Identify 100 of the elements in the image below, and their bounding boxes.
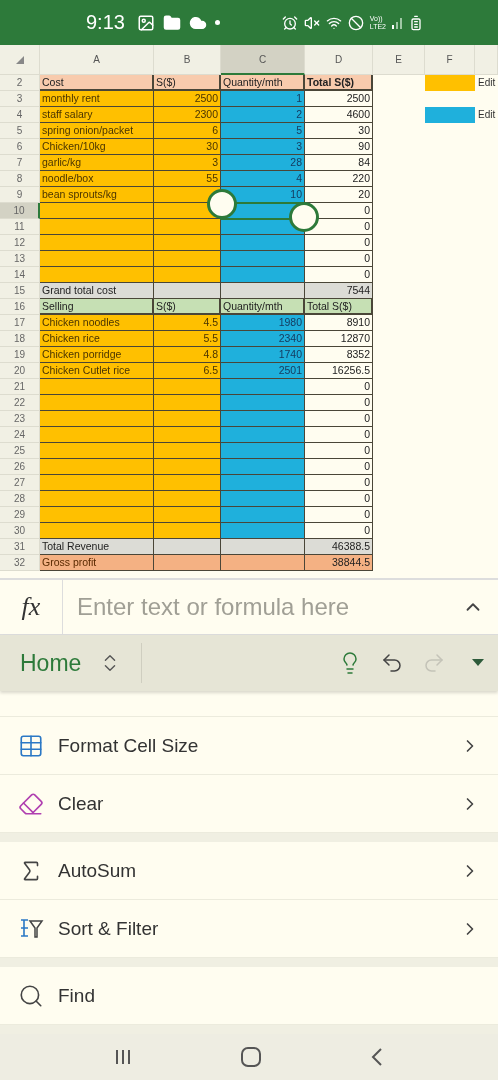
table-cell: 2500 bbox=[154, 91, 221, 107]
table-cell bbox=[154, 235, 221, 251]
table-cell: 28 bbox=[221, 155, 305, 171]
table-cell: 30 bbox=[154, 139, 221, 155]
column-header[interactable]: E bbox=[373, 45, 425, 75]
image-icon bbox=[136, 13, 155, 32]
table-cell: 0 bbox=[305, 379, 373, 395]
row-number[interactable]: 25 bbox=[0, 443, 40, 459]
row-number[interactable]: 28 bbox=[0, 491, 40, 507]
back-icon[interactable] bbox=[370, 1047, 384, 1067]
table-cell: 5 bbox=[221, 123, 305, 139]
row-number[interactable]: 24 bbox=[0, 427, 40, 443]
row-number[interactable]: 30 bbox=[0, 523, 40, 539]
row-number[interactable]: 18 bbox=[0, 331, 40, 347]
undo-icon[interactable] bbox=[380, 651, 404, 675]
table-cell: 0 bbox=[305, 459, 373, 475]
row-number[interactable]: 8 bbox=[0, 171, 40, 187]
table-cell: 84 bbox=[305, 155, 373, 171]
row-number[interactable]: 17 bbox=[0, 315, 40, 331]
alarm-icon bbox=[281, 14, 298, 31]
row-number[interactable]: 20 bbox=[0, 363, 40, 379]
row-number[interactable]: 5 bbox=[0, 123, 40, 139]
row-number[interactable]: 9 bbox=[0, 187, 40, 203]
select-all-corner[interactable] bbox=[0, 45, 40, 75]
eraser-icon bbox=[18, 790, 44, 817]
table-cell: 4.5 bbox=[154, 315, 221, 331]
table-cell: noodle/box bbox=[40, 171, 154, 187]
row-number[interactable]: 19 bbox=[0, 347, 40, 363]
battery-icon bbox=[408, 14, 424, 31]
table-cell: Chicken/10kg bbox=[40, 139, 154, 155]
table-cell bbox=[154, 539, 221, 555]
row-number[interactable]: 22 bbox=[0, 395, 40, 411]
column-header[interactable]: C bbox=[221, 45, 305, 75]
dropdown-caret-icon[interactable] bbox=[472, 659, 484, 667]
row-number[interactable]: 26 bbox=[0, 459, 40, 475]
row-number[interactable]: 4 bbox=[0, 107, 40, 123]
row-number[interactable]: 15 bbox=[0, 283, 40, 299]
table-cell bbox=[154, 267, 221, 283]
row-number[interactable]: 7 bbox=[0, 155, 40, 171]
row-number[interactable]: 27 bbox=[0, 475, 40, 491]
table-cell: Chicken porridge bbox=[40, 347, 154, 363]
table-cell: Chicken noodles bbox=[40, 315, 154, 331]
table-cell: Grand total cost bbox=[40, 283, 154, 299]
table-cell: 0 bbox=[305, 523, 373, 539]
table-cell: 6 bbox=[154, 123, 221, 139]
row-number[interactable]: 32 bbox=[0, 555, 40, 571]
column-header[interactable]: B bbox=[154, 45, 221, 75]
triangle-icon bbox=[15, 55, 24, 64]
recent-apps-icon[interactable] bbox=[114, 1048, 132, 1066]
signal-icon bbox=[392, 16, 402, 29]
formula-input[interactable]: Enter text or formula here bbox=[63, 592, 448, 622]
table-cell: 38844.5 bbox=[305, 555, 373, 571]
table-cell: 2501 bbox=[221, 363, 305, 379]
table-cell: 6.5 bbox=[154, 363, 221, 379]
column-header[interactable]: F bbox=[425, 45, 475, 75]
table-cell: Total S($) bbox=[305, 75, 373, 91]
table-cell: 0 bbox=[305, 443, 373, 459]
legend-label: Edit bbox=[477, 76, 496, 90]
row-number[interactable]: 21 bbox=[0, 379, 40, 395]
table-cell: 55 bbox=[154, 171, 221, 187]
row-number[interactable]: 23 bbox=[0, 411, 40, 427]
row-number[interactable]: 10 bbox=[0, 203, 40, 219]
table-cell bbox=[154, 395, 221, 411]
table-cell: 16256.5 bbox=[305, 363, 373, 379]
column-header[interactable]: D bbox=[305, 45, 373, 75]
home-icon[interactable] bbox=[240, 1046, 262, 1068]
table-cell: 8910 bbox=[305, 315, 373, 331]
table-cell: Chicken rice bbox=[40, 331, 154, 347]
table-cell: Selling bbox=[40, 299, 154, 315]
table-cell bbox=[154, 507, 221, 523]
table-cell: bean sprouts/kg bbox=[40, 187, 154, 203]
row-number[interactable]: 3 bbox=[0, 91, 40, 107]
row-number[interactable]: 16 bbox=[0, 299, 40, 315]
table-cell: 3 bbox=[154, 155, 221, 171]
row-number[interactable]: 31 bbox=[0, 539, 40, 555]
row-number[interactable]: 29 bbox=[0, 507, 40, 523]
row-number[interactable]: 14 bbox=[0, 267, 40, 283]
table-cell: 2500 bbox=[305, 91, 373, 107]
table-cell: 0 bbox=[305, 411, 373, 427]
table-cell: 0 bbox=[305, 491, 373, 507]
table-cell: 0 bbox=[305, 251, 373, 267]
table-cell: 1 bbox=[221, 91, 305, 107]
table-cell: 4 bbox=[221, 171, 305, 187]
table-cell: spring onion/packet bbox=[40, 123, 154, 139]
table-cell: 1980 bbox=[221, 315, 305, 331]
row-number[interactable]: 13 bbox=[0, 251, 40, 267]
row-number[interactable]: 6 bbox=[0, 139, 40, 155]
table-cell: Total Revenue bbox=[40, 539, 154, 555]
table-cell bbox=[154, 555, 221, 571]
table-cell: garlic/kg bbox=[40, 155, 154, 171]
row-number[interactable]: 12 bbox=[0, 235, 40, 251]
table-cell: Cost bbox=[40, 75, 154, 91]
table-cell: 0 bbox=[305, 507, 373, 523]
table-cell bbox=[154, 427, 221, 443]
column-header[interactable]: A bbox=[40, 45, 154, 75]
table-cell: Gross profit bbox=[40, 555, 154, 571]
table-cell: 46388.5 bbox=[305, 539, 373, 555]
row-number[interactable]: 2 bbox=[0, 75, 40, 91]
table-cell: Total S($) bbox=[305, 299, 373, 315]
row-number[interactable]: 11 bbox=[0, 219, 40, 235]
